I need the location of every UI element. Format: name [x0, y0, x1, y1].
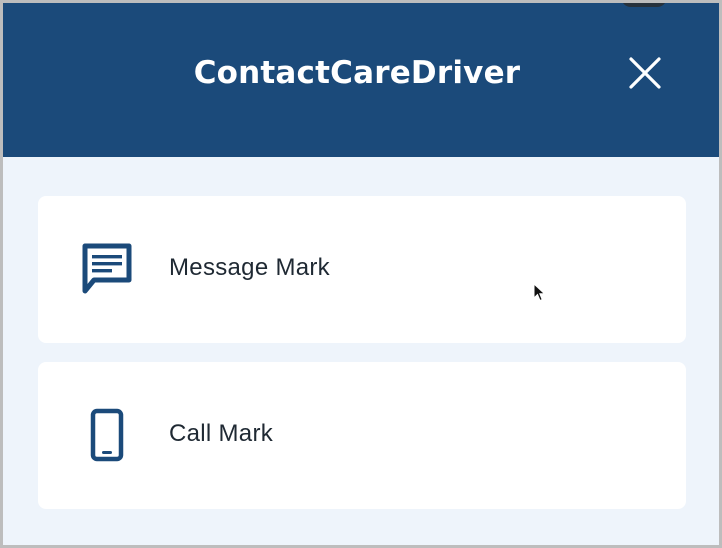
close-icon: [629, 57, 661, 89]
message-icon: [80, 240, 134, 300]
mouse-cursor-icon: [533, 282, 547, 303]
phone-icon: [80, 406, 134, 466]
close-button[interactable]: [627, 55, 663, 91]
message-option-label: Message Mark: [169, 254, 330, 281]
call-option-card[interactable]: Call Mark: [38, 362, 686, 509]
contact-dialog: ContactCareDriver Message Mark Call Mark: [3, 3, 719, 545]
call-option-label: Call Mark: [169, 420, 274, 447]
dialog-title: ContactCareDriver: [193, 55, 521, 91]
top-notch: [621, 3, 667, 7]
dialog-header: ContactCareDriver: [3, 3, 719, 157]
message-option-card[interactable]: Message Mark: [38, 196, 686, 343]
